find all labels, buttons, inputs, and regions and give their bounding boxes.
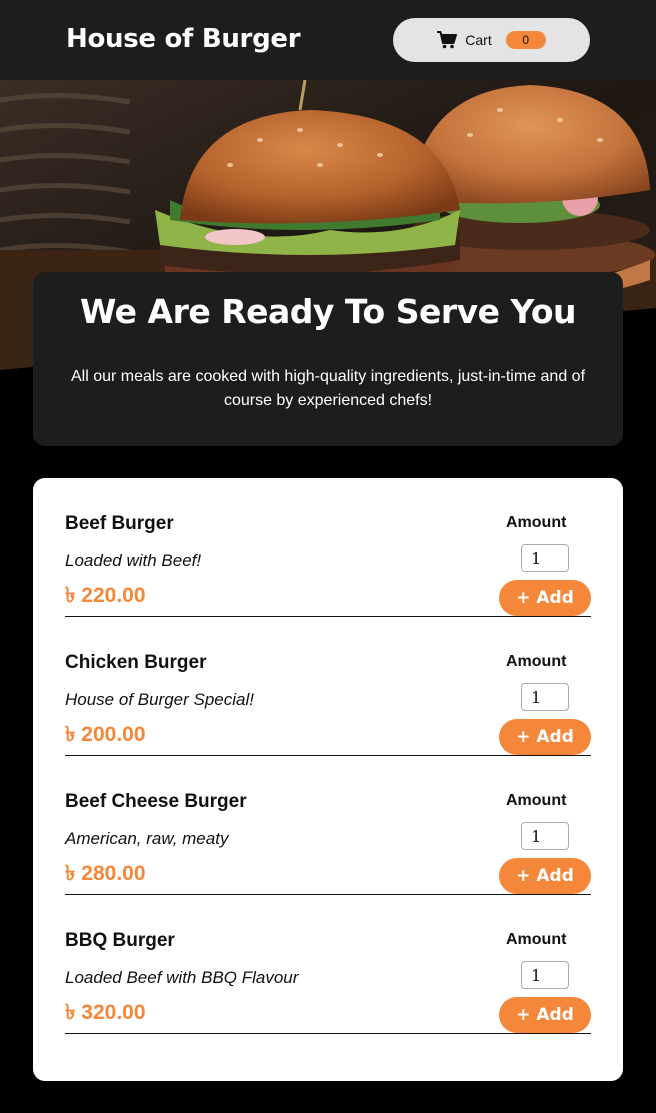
meal-description: Loaded with Beef! [65,551,202,570]
meal-item: Beef Cheese Burger American, raw, meaty … [65,756,591,895]
meal-description: Loaded Beef with BBQ Flavour [65,968,299,987]
meal-description: American, raw, meaty [65,829,229,848]
add-button[interactable]: + Add [499,858,591,894]
meal-price: ৳ 200.00 [65,723,146,746]
meal-price: ৳ 220.00 [65,584,146,607]
meal-price: ৳ 280.00 [65,862,146,885]
add-button[interactable]: + Add [499,580,591,616]
amount-input[interactable] [521,961,569,989]
add-button[interactable]: + Add [499,719,591,755]
add-button[interactable]: + Add [499,997,591,1033]
amount-input[interactable] [521,822,569,850]
cart-button[interactable]: Cart 0 [393,18,590,62]
amount-input[interactable] [521,544,569,572]
cart-label: Cart [465,32,492,48]
meal-item: Beef Burger Loaded with Beef! ৳ 220.00 A… [65,478,591,617]
meal-description: House of Burger Special! [65,690,254,709]
amount-label: Amount [506,931,567,948]
amount-label: Amount [506,653,567,670]
meal-price: ৳ 320.00 [65,1001,146,1024]
intro-text: All our meals are cooked with high-quali… [70,368,586,409]
cart-icon [437,31,458,49]
brand-title: House of Burger [66,24,301,54]
amount-label: Amount [506,792,567,809]
meal-name: BBQ Burger [65,930,175,951]
meal-name: Beef Burger [65,513,174,534]
meal-name: Chicken Burger [65,652,207,673]
amount-input[interactable] [521,683,569,711]
amount-label: Amount [506,514,567,531]
cart-count-badge: 0 [505,31,546,49]
meal-item: Chicken Burger House of Burger Special! … [65,617,591,756]
meal-name: Beef Cheese Burger [65,791,247,812]
intro-title: We Are Ready To Serve You [79,292,577,331]
menu-card: Beef Burger Loaded with Beef! ৳ 220.00 A… [33,478,623,1081]
meal-item: BBQ Burger Loaded Beef with BBQ Flavour … [65,895,591,1034]
app-header: House of Burger Cart 0 [0,0,656,80]
intro-banner: We Are Ready To Serve You All our meals … [33,272,623,446]
